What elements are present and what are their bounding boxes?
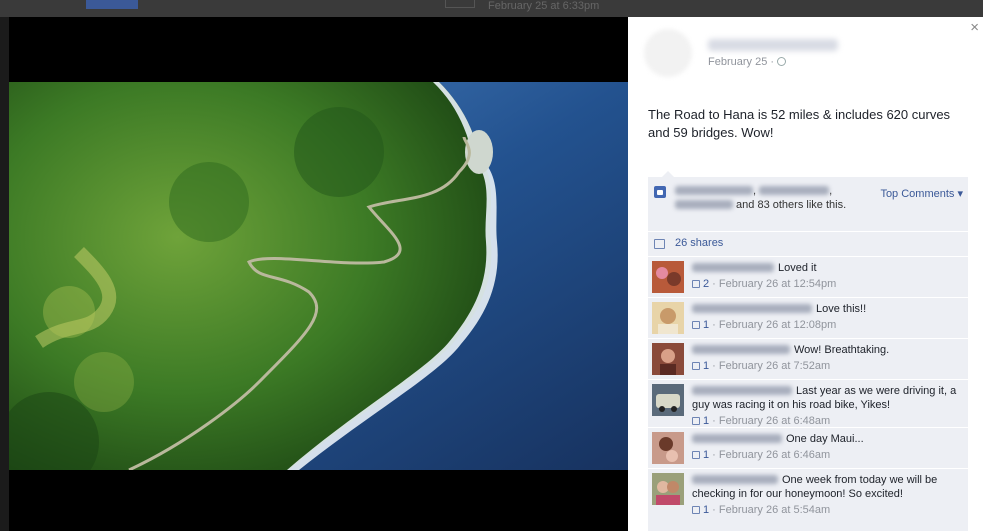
- comment-text: One day Maui...: [786, 433, 864, 445]
- background-page-strip: February 25 at 6:33pm: [0, 0, 983, 17]
- liker-name-redacted[interactable]: [759, 186, 830, 195]
- post-timestamp[interactable]: February 25 ·: [708, 56, 787, 68]
- comment-item: Last year as we were driving it, a guy w…: [648, 379, 968, 427]
- comment-like-count[interactable]: 2: [703, 278, 709, 290]
- comment-text: Love this!!: [816, 303, 867, 315]
- globe-icon: [777, 57, 787, 66]
- commenter-avatar[interactable]: [652, 384, 684, 416]
- comment-meta: 1 · February 26 at 7:52am: [692, 359, 962, 373]
- top-comments-dropdown[interactable]: Top Comments ▾: [880, 187, 963, 201]
- comment-meta: 1 · February 26 at 5:54am: [692, 503, 962, 517]
- commenter-name-redacted[interactable]: [692, 475, 778, 484]
- comment-item: Loved it 2 · February 26 at 12:54pm: [648, 256, 968, 297]
- shares-row[interactable]: 26 shares: [648, 232, 968, 256]
- commenter-name-redacted[interactable]: [692, 263, 774, 272]
- commenter-name-redacted[interactable]: [692, 345, 790, 354]
- comment-meta: 1 · February 26 at 12:08pm: [692, 318, 962, 332]
- comment-item: One week from today we will be checking …: [648, 468, 968, 518]
- commenter-name-redacted[interactable]: [692, 434, 782, 443]
- commenter-avatar[interactable]: [652, 343, 684, 375]
- likes-sep2: ,: [829, 185, 833, 197]
- close-icon[interactable]: ×: [970, 19, 979, 36]
- like-thumb-icon: [692, 280, 700, 288]
- commenter-avatar[interactable]: [652, 432, 684, 464]
- feedback-box: , , and 83 others like this. Top Comment…: [648, 171, 968, 531]
- shares-count[interactable]: 26 shares: [675, 237, 723, 249]
- comment-meta: 2 · February 26 at 12:54pm: [692, 277, 962, 291]
- commenter-name-redacted[interactable]: [692, 386, 792, 395]
- comment-meta: 1 · February 26 at 6:46am: [692, 448, 962, 462]
- comment-time[interactable]: February 26 at 12:08pm: [719, 319, 836, 331]
- liker-name-redacted[interactable]: [675, 200, 733, 209]
- author-name-redacted[interactable]: [708, 39, 838, 51]
- commenter-avatar[interactable]: [652, 261, 684, 293]
- commenter-avatar[interactable]: [652, 302, 684, 334]
- background-blue-block: [86, 0, 138, 9]
- comment-like-count[interactable]: 1: [703, 360, 709, 372]
- comment-like-count[interactable]: 1: [703, 504, 709, 516]
- comment-item: Wow! Breathtaking. 1 · February 26 at 7:…: [648, 338, 968, 379]
- like-thumb-icon: [692, 362, 700, 370]
- share-icon: [654, 239, 665, 249]
- background-ghost-box: [445, 0, 475, 8]
- like-thumb-icon: [692, 321, 700, 329]
- comment-text: Loved it: [778, 262, 817, 274]
- comment-item: Love this!! 1 · February 26 at 12:08pm: [648, 297, 968, 338]
- comment-time[interactable]: February 26 at 5:54am: [719, 504, 830, 516]
- post-date-text: February 25 ·: [708, 56, 775, 68]
- author-avatar[interactable]: [644, 29, 692, 77]
- likes-suffix[interactable]: and 83 others like this.: [733, 199, 846, 211]
- like-thumb-icon: [692, 451, 700, 459]
- liker-name-redacted[interactable]: [675, 186, 753, 195]
- comment-like-count[interactable]: 1: [703, 319, 709, 331]
- photo-road-to-hana[interactable]: [9, 82, 628, 470]
- comment-time[interactable]: February 26 at 6:48am: [719, 415, 830, 427]
- commenter-name-redacted[interactable]: [692, 304, 812, 313]
- post-side-panel: × February 25 · The Road to Hana is 52 m…: [628, 17, 983, 531]
- background-ghost-date: February 25 at 6:33pm: [488, 0, 600, 12]
- comment-like-count[interactable]: 1: [703, 449, 709, 461]
- commenter-avatar[interactable]: [652, 473, 684, 505]
- comment-time[interactable]: February 26 at 7:52am: [719, 360, 830, 372]
- like-thumb-icon: [654, 186, 666, 198]
- photo-stage: [9, 17, 628, 531]
- likes-summary: , , and 83 others like this. Top Comment…: [648, 177, 968, 231]
- post-message: The Road to Hana is 52 miles & includes …: [648, 107, 951, 140]
- comment-like-count[interactable]: 1: [703, 415, 709, 427]
- like-thumb-icon: [692, 417, 700, 425]
- comment-text: Wow! Breathtaking.: [794, 344, 890, 356]
- comment-meta: 1 · February 26 at 6:48am: [692, 414, 962, 428]
- like-thumb-icon: [692, 506, 700, 514]
- comment-time[interactable]: February 26 at 12:54pm: [719, 278, 836, 290]
- comment-item: One day Maui... 1 · February 26 at 6:46a…: [648, 427, 968, 468]
- comment-time[interactable]: February 26 at 6:46am: [719, 449, 830, 461]
